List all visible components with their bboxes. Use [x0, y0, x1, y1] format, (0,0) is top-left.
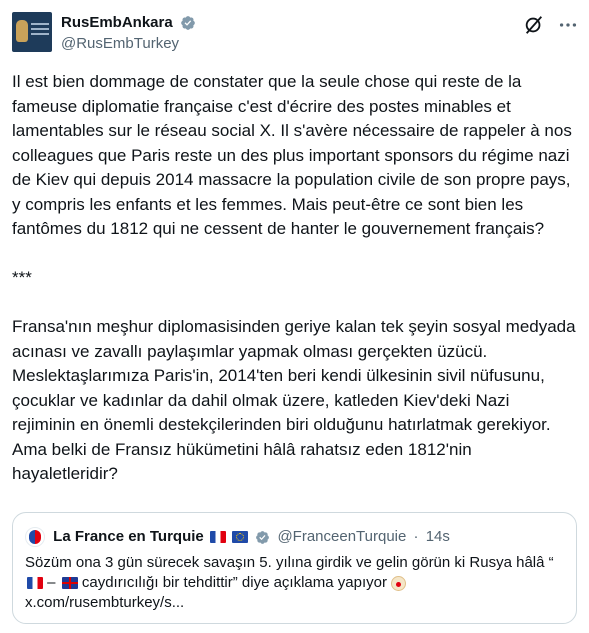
author-display-name[interactable]: RusEmbAnkara — [61, 13, 173, 33]
avatar[interactable] — [12, 12, 52, 52]
quoted-tweet[interactable]: La France en Turquie @FranceenTurquie · … — [12, 512, 577, 624]
author-names: RusEmbAnkara @RusEmbTurkey — [61, 13, 196, 54]
author-handle[interactable]: @RusEmbTurkey — [61, 34, 196, 54]
embassy-emblem-icon — [16, 20, 28, 42]
quote-handle[interactable]: @FranceenTurquie — [277, 528, 406, 545]
clown-face-icon — [391, 575, 407, 591]
quote-text-part1: Sözüm ona 3 gün sürecek savaşın 5. yılın… — [25, 554, 554, 571]
avatar-lettering — [31, 23, 49, 38]
quote-text: Sözüm ona 3 gün sürecek savaşın 5. yılın… — [25, 553, 565, 613]
quote-separator: · — [413, 528, 419, 546]
quote-time[interactable]: 14s — [426, 528, 450, 545]
quote-display-name[interactable]: La France en Turquie — [53, 528, 204, 545]
quote-header: La France en Turquie @FranceenTurquie · … — [25, 527, 450, 548]
quote-text-part2: – — [43, 574, 60, 591]
uk-flag-icon — [61, 577, 78, 590]
france-flag-icon — [209, 531, 226, 544]
tweet-header: RusEmbAnkara @RusEmbTurkey — [12, 10, 579, 58]
tweet-text: Il est bien dommage de constater que la … — [12, 72, 576, 483]
more-icon[interactable] — [557, 14, 579, 36]
france-flag-icon — [27, 577, 43, 590]
verified-badge-icon — [256, 530, 270, 544]
grok-icon[interactable] — [523, 14, 545, 36]
quote-text-part3: caydırıcılığı bir tehdittir” diye açıkla… — [77, 574, 392, 591]
header-actions — [515, 14, 579, 36]
verified-badge-icon — [181, 16, 195, 30]
eu-flag-icon — [232, 531, 249, 544]
quote-avatar[interactable] — [25, 527, 45, 548]
quote-link[interactable]: x.com/rusembturkey/s... — [25, 594, 184, 611]
